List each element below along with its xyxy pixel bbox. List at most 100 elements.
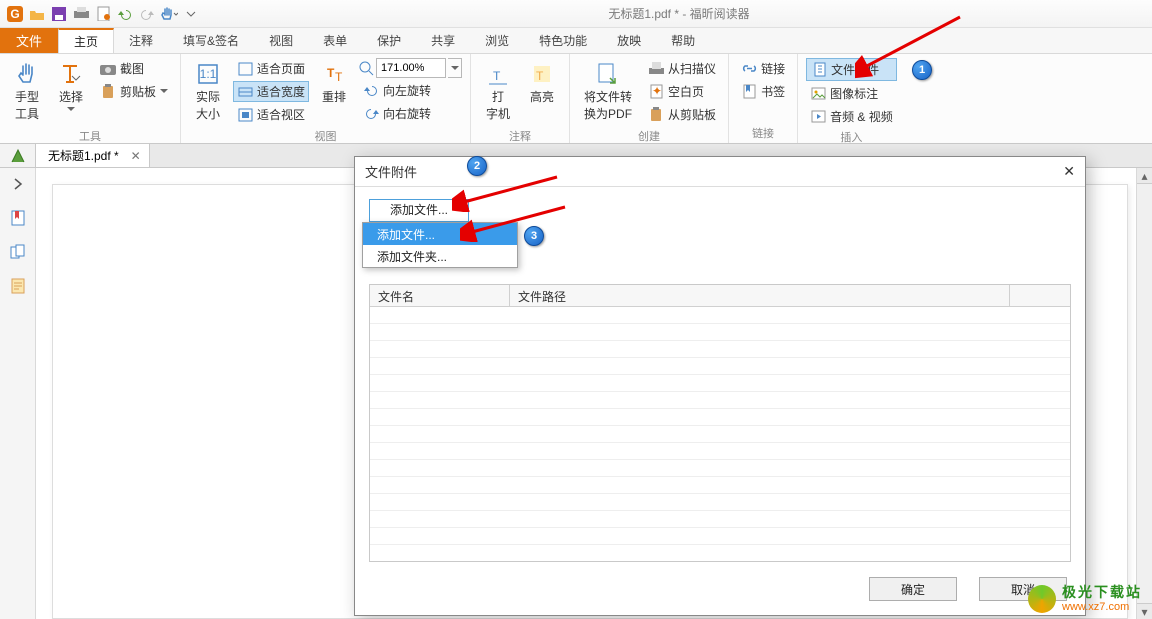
annotation-circle-3: 3 bbox=[524, 226, 544, 246]
fit-view-label: 适合视区 bbox=[257, 106, 305, 123]
rotate-right-label: 向右旋转 bbox=[383, 105, 431, 122]
blank-page-label: 空白页 bbox=[668, 83, 704, 100]
rotate-right-button[interactable]: 向右旋转 bbox=[359, 103, 462, 124]
svg-text:T: T bbox=[335, 70, 343, 84]
insert-group-label: 插入 bbox=[806, 127, 897, 145]
highlight-label: 高亮 bbox=[530, 88, 554, 105]
fit-view-button[interactable]: 适合视区 bbox=[233, 104, 309, 125]
menu-present[interactable]: 放映 bbox=[602, 28, 656, 53]
scanner-button[interactable]: 从扫描仪 bbox=[644, 58, 720, 79]
attachment-icon bbox=[813, 62, 827, 77]
file-attachment-button[interactable]: 文件附件 bbox=[806, 58, 897, 81]
menu-view[interactable]: 视图 bbox=[254, 28, 308, 53]
new-icon[interactable] bbox=[94, 5, 112, 23]
menu-home[interactable]: 主页 bbox=[58, 28, 114, 53]
menu-share[interactable]: 共享 bbox=[416, 28, 470, 53]
fit-page-button[interactable]: 适合页面 bbox=[233, 58, 309, 79]
zoom-dropdown[interactable] bbox=[448, 58, 462, 78]
start-tab[interactable] bbox=[0, 144, 36, 167]
expand-icon[interactable] bbox=[8, 174, 28, 194]
column-filepath[interactable]: 文件路径 bbox=[510, 285, 1010, 306]
rotate-left-label: 向左旋转 bbox=[383, 82, 431, 99]
ribbon-group-view: 1:1 实际 大小 适合页面 适合宽度 适合视区 TT 重排 向左旋转 向右旋转 bbox=[181, 54, 471, 143]
hand-icon bbox=[15, 62, 39, 86]
ribbon-group-insert: 文件附件 图像标注 音频 & 视频 插入 bbox=[798, 54, 905, 143]
clipboard-label: 剪贴板 bbox=[120, 83, 156, 100]
view-group-label: 视图 bbox=[189, 126, 462, 144]
scroll-up-icon[interactable]: ▴ bbox=[1137, 168, 1152, 184]
fit-page-icon bbox=[237, 61, 253, 77]
reflow-button[interactable]: TT 重排 bbox=[315, 58, 353, 109]
create-group-label: 创建 bbox=[578, 126, 720, 144]
blank-page-button[interactable]: ✦空白页 bbox=[644, 81, 720, 102]
close-tab-icon[interactable]: ✕ bbox=[131, 149, 141, 163]
fit-view-icon bbox=[237, 107, 253, 123]
rotate-left-icon bbox=[363, 83, 379, 99]
menu-features[interactable]: 特色功能 bbox=[524, 28, 602, 53]
print-icon[interactable] bbox=[72, 5, 90, 23]
dialog-close-icon[interactable]: ✕ bbox=[1045, 163, 1075, 180]
typewriter-button[interactable]: T 打 字机 bbox=[479, 58, 517, 126]
menu-fillsign[interactable]: 填写&签名 bbox=[168, 28, 254, 53]
menu-browse[interactable]: 浏览 bbox=[470, 28, 524, 53]
attachments-panel-icon[interactable] bbox=[8, 276, 28, 296]
hand-dropdown-icon[interactable] bbox=[160, 5, 178, 23]
zoom-input[interactable] bbox=[376, 58, 446, 78]
rotate-left-button[interactable]: 向左旋转 bbox=[359, 80, 462, 101]
fit-width-icon bbox=[237, 84, 253, 100]
document-tab[interactable]: 无标题1.pdf * ✕ bbox=[36, 144, 150, 167]
annotate-group-label: 注释 bbox=[479, 126, 561, 144]
fit-width-button[interactable]: 适合宽度 bbox=[233, 81, 309, 102]
menu-form[interactable]: 表单 bbox=[308, 28, 362, 53]
menu-add-file[interactable]: 添加文件... bbox=[363, 223, 517, 245]
open-icon[interactable] bbox=[28, 5, 46, 23]
menu-add-folder[interactable]: 添加文件夹... bbox=[363, 245, 517, 267]
pages-panel-icon[interactable] bbox=[8, 242, 28, 262]
vertical-scrollbar[interactable]: ▴ ▾ bbox=[1136, 168, 1152, 619]
hand-tool-button[interactable]: 手型 工具 bbox=[8, 58, 46, 126]
hyperlink-button[interactable]: 链接 bbox=[737, 58, 789, 79]
redo-icon[interactable] bbox=[138, 5, 156, 23]
clipboard-icon bbox=[100, 84, 116, 100]
tools-group-label: 工具 bbox=[8, 126, 172, 144]
scanner-label: 从扫描仪 bbox=[668, 60, 716, 77]
table-row bbox=[370, 460, 1070, 477]
highlight-button[interactable]: T 高亮 bbox=[523, 58, 561, 109]
bookmark-label: 书签 bbox=[761, 83, 785, 100]
svg-text:T: T bbox=[493, 69, 501, 83]
table-body bbox=[370, 307, 1070, 562]
ok-button[interactable]: 确定 bbox=[869, 577, 957, 601]
add-file-button[interactable]: 添加文件... bbox=[369, 199, 469, 222]
select-button[interactable]: 选择 bbox=[52, 58, 90, 116]
menu-file[interactable]: 文件 bbox=[0, 28, 58, 53]
column-filename[interactable]: 文件名 bbox=[370, 285, 510, 306]
file-attachment-label: 文件附件 bbox=[831, 61, 879, 78]
undo-icon[interactable] bbox=[116, 5, 134, 23]
save-icon[interactable] bbox=[50, 5, 68, 23]
zoom-combo[interactable] bbox=[359, 58, 462, 78]
from-clipboard-button[interactable]: 从剪贴板 bbox=[644, 104, 720, 125]
menu-annotate[interactable]: 注释 bbox=[114, 28, 168, 53]
annotation-circle-2: 2 bbox=[467, 156, 487, 176]
image-annot-button[interactable]: 图像标注 bbox=[806, 83, 897, 104]
add-file-menu: 添加文件... 添加文件夹... bbox=[362, 222, 518, 268]
convert-button[interactable]: 将文件转 换为PDF bbox=[578, 58, 638, 126]
clipboard-button[interactable]: 剪贴板 bbox=[96, 81, 172, 102]
table-row bbox=[370, 511, 1070, 528]
camera-icon bbox=[100, 61, 116, 77]
dialog-titlebar: 文件附件 ✕ bbox=[355, 157, 1085, 187]
actual-size-button[interactable]: 1:1 实际 大小 bbox=[189, 58, 227, 126]
qat-dropdown-icon[interactable] bbox=[182, 5, 200, 23]
bookmark-panel-icon[interactable] bbox=[8, 208, 28, 228]
menu-protect[interactable]: 保护 bbox=[362, 28, 416, 53]
menu-help[interactable]: 帮助 bbox=[656, 28, 710, 53]
bookmark-button[interactable]: 书签 bbox=[737, 81, 789, 102]
table-row bbox=[370, 443, 1070, 460]
media-button[interactable]: 音频 & 视频 bbox=[806, 106, 897, 127]
ribbon: 手型 工具 选择 截图 剪贴板 工具 1:1 实际 大小 适合页面 适合宽度 bbox=[0, 54, 1152, 144]
snapshot-button[interactable]: 截图 bbox=[96, 58, 172, 79]
typewriter-icon: T bbox=[486, 62, 510, 86]
media-icon bbox=[810, 109, 826, 125]
table-row bbox=[370, 477, 1070, 494]
menubar: 文件 主页 注释 填写&签名 视图 表单 保护 共享 浏览 特色功能 放映 帮助 bbox=[0, 28, 1152, 54]
